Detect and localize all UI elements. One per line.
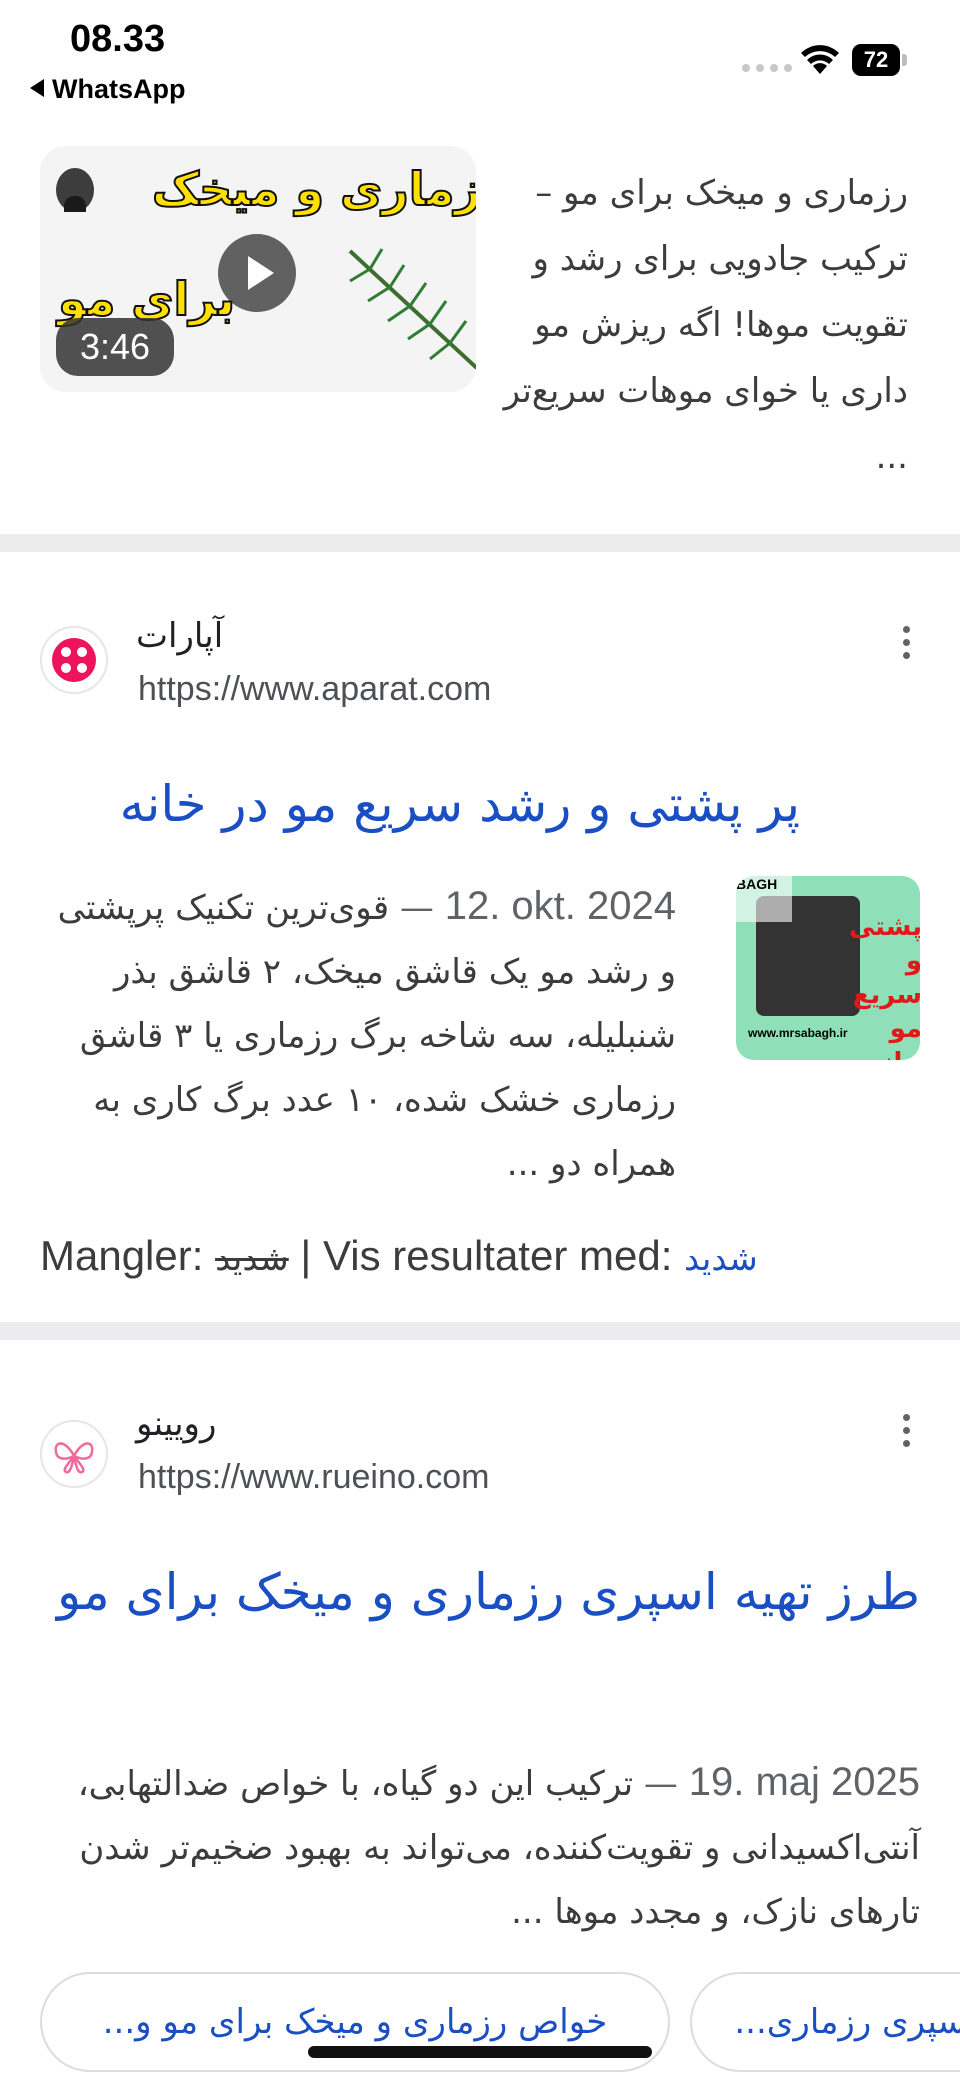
battery-level: 72 [852, 44, 900, 76]
result-title-link[interactable]: پر پشتی و رشد سریع مو در خانه [40, 762, 800, 846]
rosemary-sprig-image [348, 248, 476, 371]
thumbnail-footer: www.mrsabagh.ir [748, 1026, 848, 1040]
status-bar: 08.33 WhatsApp 72 [0, 0, 960, 120]
search-result: رویینو https://www.rueino.com طرز تهیه ا… [0, 1340, 960, 1970]
status-time: 08.33 [70, 18, 166, 60]
missing-label: Mangler: [40, 1232, 204, 1279]
site-name[interactable]: آپارات [136, 616, 223, 656]
thumbnail-red-caption: پشتی و سریع مو خانه [848, 912, 920, 1060]
video-result[interactable]: رزماری و میخک برای مو 3:46 رزماری و میخک… [0, 140, 960, 530]
result-date: 19. maj 2025 [688, 1760, 920, 1804]
date-separator: — [643, 1764, 678, 1804]
back-arrow-icon [30, 79, 44, 97]
cellular-signal-icon [742, 64, 792, 72]
result-snippet: 12. okt. 2024 — قوی‌ترین تکنیک پرپشتی و … [40, 874, 676, 1196]
rueino-butterfly-logo-icon[interactable] [40, 1420, 108, 1488]
back-to-app-button[interactable]: WhatsApp [30, 74, 185, 105]
video-snippet[interactable]: رزماری و میخک برای مو – ترکیب جادویی برا… [500, 160, 908, 490]
result-separator [0, 534, 960, 552]
date-separator: — [399, 888, 434, 928]
wifi-icon [801, 45, 839, 74]
thumbnail-brand-label: BAGH [736, 876, 792, 922]
result-snippet: 19. maj 2025 — ترکیب این دو گیاه، با خوا… [40, 1750, 920, 1944]
site-url[interactable]: https://www.rueino.com [138, 1458, 489, 1497]
show-results-label: | Vis resultater med: [300, 1232, 673, 1279]
battery-icon: 72 [852, 44, 908, 76]
site-name[interactable]: رویینو [136, 1404, 216, 1444]
home-indicator[interactable] [308, 2046, 652, 2058]
result-date: 12. okt. 2024 [444, 884, 676, 928]
back-app-label: WhatsApp [52, 74, 186, 104]
video-thumbnail[interactable]: رزماری و میخک برای مو 3:46 [40, 146, 476, 392]
site-url[interactable]: https://www.aparat.com [138, 670, 491, 709]
search-result: آپارات https://www.aparat.com پر پشتی و … [0, 552, 960, 1322]
result-separator [0, 1322, 960, 1340]
aparat-logo-icon[interactable] [40, 626, 108, 694]
missing-terms-line: Mangler: شدید | Vis resultater med: شدید [40, 1232, 758, 1280]
result-thumbnail[interactable]: BAGH پشتی و سریع مو خانه www.mrsabagh.ir [736, 876, 920, 1060]
play-icon[interactable] [218, 234, 296, 312]
show-results-link[interactable]: شدید [684, 1239, 758, 1279]
snippet-text: قوی‌ترین تکنیک پرپشتی و رشد مو یک قاشق م… [57, 888, 676, 1184]
related-search-chip[interactable]: اسپری رزماری... [690, 1972, 960, 2072]
thumbnail-caption-line1: رزماری و میخک [151, 161, 476, 217]
result-title-link[interactable]: طرز تهیه اسپری رزماری و میخک برای مو [40, 1550, 920, 1634]
more-options-icon[interactable] [900, 626, 912, 666]
missing-term: شدید [215, 1239, 289, 1279]
channel-avatar [56, 168, 94, 212]
more-options-icon[interactable] [900, 1414, 912, 1454]
video-duration: 3:46 [56, 318, 174, 376]
related-searches-chips: خواص رزماری و میخک برای مو و... اسپری رز… [0, 1972, 960, 2078]
